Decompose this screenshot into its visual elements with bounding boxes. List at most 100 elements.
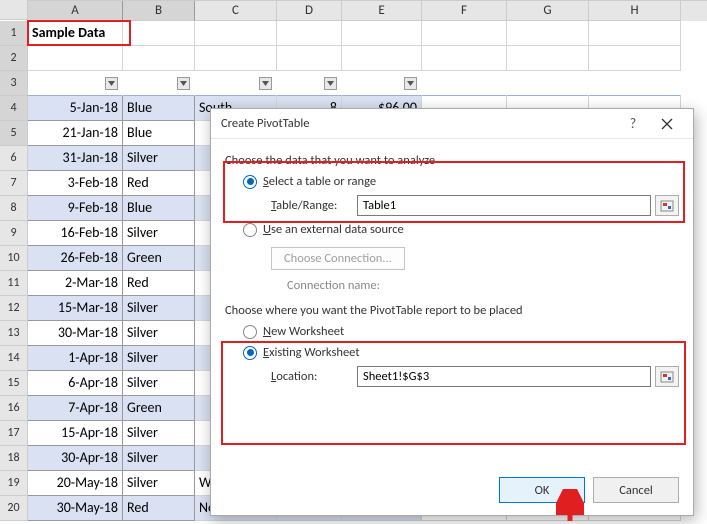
row-header[interactable]: 11: [0, 271, 28, 296]
radio-select-table[interactable]: [243, 175, 257, 189]
table-header-units[interactable]: Units: [277, 71, 342, 96]
cell-color[interactable]: Red: [123, 496, 195, 521]
row-header[interactable]: 13: [0, 321, 28, 346]
filter-button[interactable]: [404, 77, 417, 90]
row-header[interactable]: 2: [0, 46, 28, 71]
cell[interactable]: [507, 21, 589, 46]
cell-date[interactable]: 20-May-18: [28, 471, 123, 496]
cell-color[interactable]: Red: [123, 271, 195, 296]
cancel-button[interactable]: Cancel: [593, 477, 679, 503]
row-header[interactable]: 3: [0, 71, 28, 96]
cell-date[interactable]: 16-Feb-18: [28, 221, 123, 246]
cell-color[interactable]: Blue: [123, 121, 195, 146]
cell-color[interactable]: Red: [123, 171, 195, 196]
radio-external-source[interactable]: [243, 223, 257, 237]
cell[interactable]: [123, 21, 195, 46]
col-header-c[interactable]: C: [195, 1, 277, 21]
cell[interactable]: [422, 71, 507, 96]
cell-color[interactable]: Green: [123, 246, 195, 271]
filter-button[interactable]: [177, 77, 190, 90]
cell[interactable]: [195, 46, 277, 71]
cell-color[interactable]: Green: [123, 396, 195, 421]
row-header[interactable]: 12: [0, 296, 28, 321]
cell-color[interactable]: Silver: [123, 371, 195, 396]
row-header[interactable]: 19: [0, 471, 28, 496]
cell[interactable]: [507, 46, 589, 71]
cell-date[interactable]: 30-Mar-18: [28, 321, 123, 346]
row-header[interactable]: 20: [0, 496, 28, 521]
cell-date[interactable]: 15-Mar-18: [28, 296, 123, 321]
cell[interactable]: [422, 21, 507, 46]
col-header-a[interactable]: A: [28, 1, 123, 21]
cell-date[interactable]: 21-Jan-18: [28, 121, 123, 146]
table-header-region[interactable]: Region: [195, 71, 277, 96]
row-header[interactable]: 14: [0, 346, 28, 371]
cell[interactable]: [342, 21, 422, 46]
cell[interactable]: [123, 46, 195, 71]
filter-button[interactable]: [259, 77, 272, 90]
row-header[interactable]: 18: [0, 446, 28, 471]
col-header-b[interactable]: B: [123, 1, 195, 21]
cell-color[interactable]: Silver: [123, 446, 195, 471]
cell-color[interactable]: Silver: [123, 146, 195, 171]
cell[interactable]: [589, 46, 681, 71]
cell-date[interactable]: 2-Mar-18: [28, 271, 123, 296]
cell-color[interactable]: Silver: [123, 421, 195, 446]
cell[interactable]: [277, 46, 342, 71]
filter-button[interactable]: [105, 77, 118, 90]
row-header[interactable]: 8: [0, 196, 28, 221]
cell[interactable]: [277, 21, 342, 46]
radio-existing-worksheet[interactable]: [243, 346, 257, 360]
table-header-sales[interactable]: Sales: [342, 71, 422, 96]
row-header[interactable]: 10: [0, 246, 28, 271]
cell-date[interactable]: 30-May-18: [28, 496, 123, 521]
filter-button[interactable]: [324, 77, 337, 90]
row-header[interactable]: 4: [0, 96, 28, 121]
cell-date[interactable]: 3-Feb-18: [28, 171, 123, 196]
row-header[interactable]: 5: [0, 121, 28, 146]
cell-color[interactable]: Silver: [123, 321, 195, 346]
cell[interactable]: [589, 21, 681, 46]
cell[interactable]: [422, 46, 507, 71]
row-header[interactable]: 6: [0, 146, 28, 171]
cell[interactable]: [28, 46, 123, 71]
row-header[interactable]: 17: [0, 421, 28, 446]
cell-date[interactable]: 1-Apr-18: [28, 346, 123, 371]
close-button[interactable]: [647, 110, 687, 138]
cell-date[interactable]: 5-Jan-18: [28, 96, 123, 121]
location-picker-button[interactable]: [655, 366, 679, 387]
cell-color[interactable]: Blue: [123, 196, 195, 221]
title-cell[interactable]: Sample Data: [28, 21, 123, 46]
table-header-date[interactable]: Date: [28, 71, 123, 96]
col-header-g[interactable]: G: [507, 1, 589, 21]
col-header-h[interactable]: H: [589, 1, 681, 21]
row-header[interactable]: 1: [0, 21, 28, 46]
help-button[interactable]: ?: [619, 115, 647, 132]
cell-color[interactable]: Blue: [123, 96, 195, 121]
cell-date[interactable]: 31-Jan-18: [28, 146, 123, 171]
cell-date[interactable]: 9-Feb-18: [28, 196, 123, 221]
col-header-e[interactable]: E: [342, 1, 422, 21]
input-table-range[interactable]: [357, 195, 651, 216]
cell-color[interactable]: Silver: [123, 221, 195, 246]
cell-color[interactable]: Silver: [123, 471, 195, 496]
range-picker-button[interactable]: [655, 195, 679, 216]
cell-date[interactable]: 7-Apr-18: [28, 396, 123, 421]
row-header[interactable]: 7: [0, 171, 28, 196]
row-header[interactable]: 9: [0, 221, 28, 246]
cell[interactable]: [342, 46, 422, 71]
cell[interactable]: [195, 21, 277, 46]
row-header[interactable]: 15: [0, 371, 28, 396]
row-header[interactable]: 16: [0, 396, 28, 421]
cell-date[interactable]: 26-Feb-18: [28, 246, 123, 271]
cell-date[interactable]: 30-Apr-18: [28, 446, 123, 471]
input-location[interactable]: [357, 366, 651, 387]
cell[interactable]: [589, 71, 681, 96]
radio-new-worksheet[interactable]: [243, 325, 257, 339]
cell-color[interactable]: Silver: [123, 346, 195, 371]
table-header-color[interactable]: Color: [123, 71, 195, 96]
cell-date[interactable]: 15-Apr-18: [28, 421, 123, 446]
cell-color[interactable]: Silver: [123, 296, 195, 321]
select-all-corner[interactable]: [0, 0, 28, 20]
col-header-d[interactable]: D: [277, 1, 342, 21]
